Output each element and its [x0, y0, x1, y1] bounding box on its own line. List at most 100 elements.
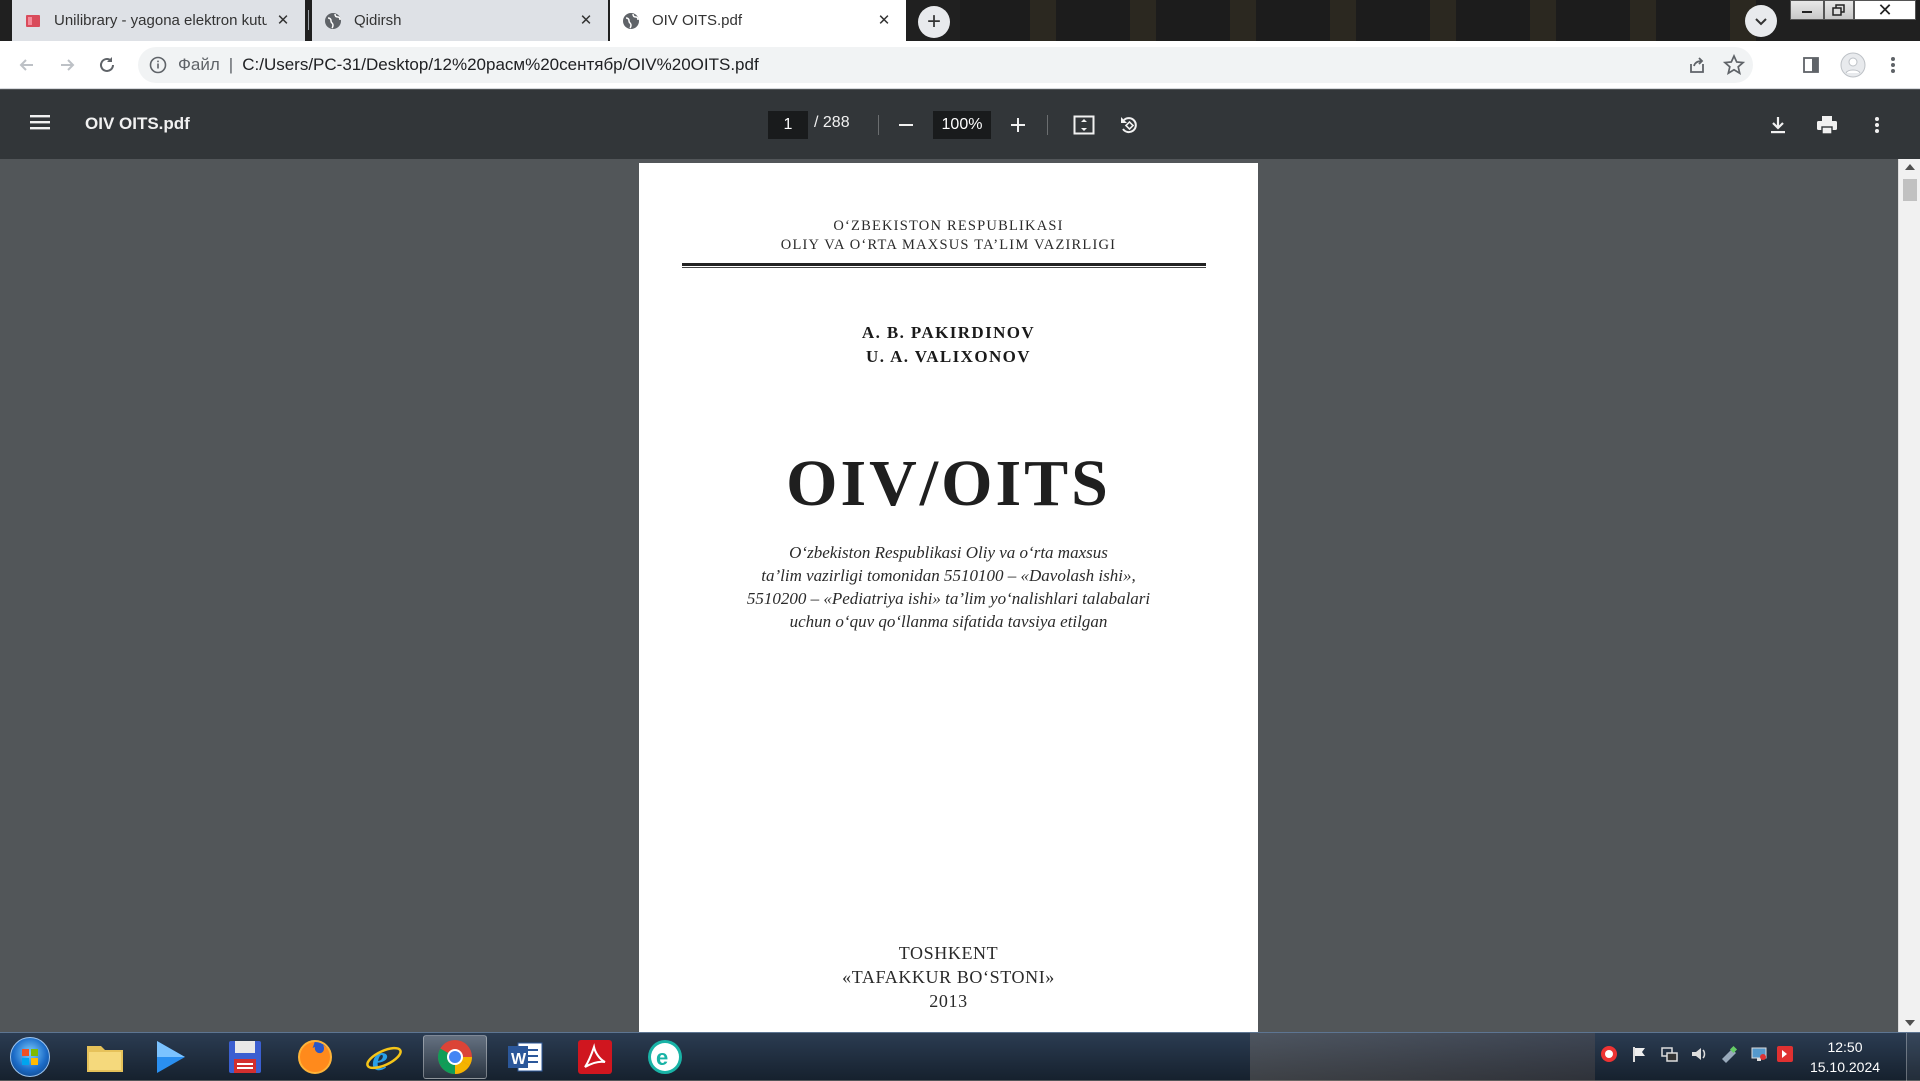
approval-line: ta’lim vazirligi tomonidan 5510100 – «Da… — [761, 566, 1136, 585]
reload-icon — [100, 57, 114, 72]
clock-date: 15.10.2024 — [1809, 1059, 1881, 1075]
bookmark-star-icon[interactable] — [1722, 53, 1746, 81]
file-explorer-icon — [87, 1046, 123, 1072]
more-vertical-icon — [1875, 117, 1879, 133]
taskbar-app-internet-explorer[interactable]: e — [352, 1035, 416, 1079]
back-button[interactable] — [11, 49, 43, 81]
tab-title: Unilibrary - yagona elektron kutubxona — [54, 12, 267, 29]
tab-search-button[interactable] — [1745, 5, 1777, 37]
taskbar-app-explorer[interactable] — [73, 1035, 137, 1079]
vertical-scrollbar[interactable] — [1898, 159, 1920, 1032]
approval-line: 5510200 – «Pediatriya ishi» ta’lim yo‘na… — [746, 589, 1151, 608]
new-tab-button[interactable]: + — [918, 6, 950, 38]
divider: | — [228, 55, 234, 74]
taskbar-app-media-player[interactable] — [138, 1035, 202, 1079]
tab-title: OIV OITS.pdf — [652, 12, 743, 29]
page-total: / 288 — [814, 114, 850, 131]
globe-icon — [324, 12, 342, 30]
taskbar-app-word[interactable]: W — [493, 1035, 557, 1079]
network-icon[interactable] — [1660, 1045, 1678, 1063]
approval-line: O‘zbekiston Respublikasi Oliy va o‘rta m… — [789, 543, 1108, 562]
profile-button[interactable] — [1837, 49, 1869, 81]
rotate-icon — [1121, 117, 1137, 134]
pdf-page: O‘ZBEKISTON RESPUBLIKASI OLIY VA O‘RTA M… — [639, 163, 1258, 1032]
taskbar-app-eset[interactable]: e — [633, 1035, 697, 1079]
svg-text:W: W — [511, 1051, 527, 1068]
acrobat-icon — [578, 1040, 612, 1074]
zoom-level-input[interactable]: 100% — [933, 111, 991, 139]
minus-icon — [899, 124, 913, 126]
close-icon[interactable]: ✕ — [576, 11, 596, 31]
windows-logo-icon — [22, 1049, 38, 1065]
minimize-icon — [1802, 11, 1812, 13]
unilibrary-favicon-icon — [24, 12, 42, 30]
eset-icon: e — [648, 1040, 682, 1074]
print-button[interactable] — [1814, 112, 1840, 138]
tab-strip: Unilibrary - yagona elektron kutubxona ✕… — [0, 0, 1920, 41]
address-bar[interactable]: Файл | C:/Users/PC-31/Desktop/12%20расм%… — [138, 47, 1753, 83]
chevron-down-icon — [1755, 18, 1767, 26]
flag-icon[interactable] — [1630, 1045, 1648, 1063]
sidebar-toggle-button[interactable] — [28, 112, 54, 138]
anydesk-icon[interactable] — [1776, 1045, 1794, 1063]
tab-oiv-oits[interactable]: OIV OITS.pdf ✕ — [610, 0, 906, 41]
minimize-button[interactable] — [1790, 0, 1824, 20]
tab-title: Qidirsh — [354, 12, 402, 29]
taskbar-app-save[interactable] — [213, 1035, 277, 1079]
save-disk-icon — [229, 1041, 261, 1073]
page-number-input[interactable]: 1 — [768, 111, 808, 139]
start-button[interactable] — [10, 1037, 50, 1077]
book-title: OIV/OITS — [786, 447, 1111, 520]
side-panel-button[interactable] — [1795, 49, 1827, 81]
taskbar-app-acrobat[interactable] — [563, 1035, 627, 1079]
close-icon: ✕ — [1877, 0, 1893, 20]
desktop-wallpaper — [960, 0, 1760, 41]
more-options-button[interactable] — [1864, 112, 1890, 138]
forward-button[interactable] — [51, 49, 83, 81]
more-vertical-icon — [1891, 57, 1895, 73]
ministry-line: O‘ZBEKISTON RESPUBLIKASI — [833, 218, 1064, 234]
scroll-up-icon[interactable] — [1905, 164, 1915, 170]
usb-icon[interactable] — [1720, 1045, 1738, 1063]
scrollbar-thumb[interactable] — [1903, 179, 1917, 201]
hamburger-menu-icon — [30, 115, 50, 130]
fit-to-page-button[interactable] — [1071, 112, 1097, 138]
author-name: U. A. VALIXONOV — [866, 347, 1031, 366]
url-text[interactable]: C:/Users/PC-31/Desktop/12%20расм%20сентя… — [242, 55, 758, 75]
tab-separator — [308, 10, 309, 30]
publication-year: 2013 — [929, 991, 968, 1011]
publisher: «TAFAKKUR BO‘STONI» — [842, 967, 1055, 987]
taskbar-app-chrome[interactable] — [423, 1035, 487, 1079]
tab-unilibrary[interactable]: Unilibrary - yagona elektron kutubxona ✕ — [12, 0, 305, 41]
rotate-button[interactable] — [1116, 112, 1142, 138]
tab-qidirsh[interactable]: Qidirsh ✕ — [312, 0, 608, 41]
globe-icon — [622, 12, 640, 30]
plus-icon: + — [926, 8, 941, 35]
close-window-button[interactable]: ✕ — [1854, 0, 1916, 20]
scheme-label: Файл — [178, 55, 220, 74]
divider — [878, 115, 879, 135]
scroll-down-icon[interactable] — [1905, 1020, 1915, 1026]
antivirus-tray-icon[interactable] — [1600, 1045, 1618, 1063]
divider — [682, 263, 1206, 266]
download-button[interactable] — [1765, 112, 1791, 138]
share-icon[interactable] — [1687, 55, 1707, 80]
show-desktop-button[interactable] — [1906, 1033, 1920, 1081]
restore-button[interactable] — [1824, 0, 1854, 20]
document-title: OIV OITS.pdf — [85, 114, 190, 133]
reload-button[interactable] — [91, 49, 123, 81]
display-icon[interactable] — [1750, 1045, 1768, 1063]
fit-page-icon — [1073, 115, 1095, 135]
close-icon[interactable]: ✕ — [273, 11, 293, 31]
zoom-in-button[interactable] — [1005, 112, 1031, 138]
zoom-out-button[interactable] — [893, 112, 919, 138]
system-tray — [1600, 1045, 1793, 1069]
browser-menu-button[interactable] — [1877, 49, 1909, 81]
taskbar-app-firefox[interactable] — [283, 1035, 347, 1079]
info-icon[interactable] — [148, 55, 168, 75]
volume-icon[interactable] — [1690, 1045, 1708, 1063]
chrome-icon — [438, 1040, 472, 1074]
system-clock[interactable]: 12:50 15.10.2024 — [1800, 1037, 1890, 1077]
arrow-left-icon — [19, 59, 33, 71]
close-icon[interactable]: ✕ — [874, 11, 894, 31]
